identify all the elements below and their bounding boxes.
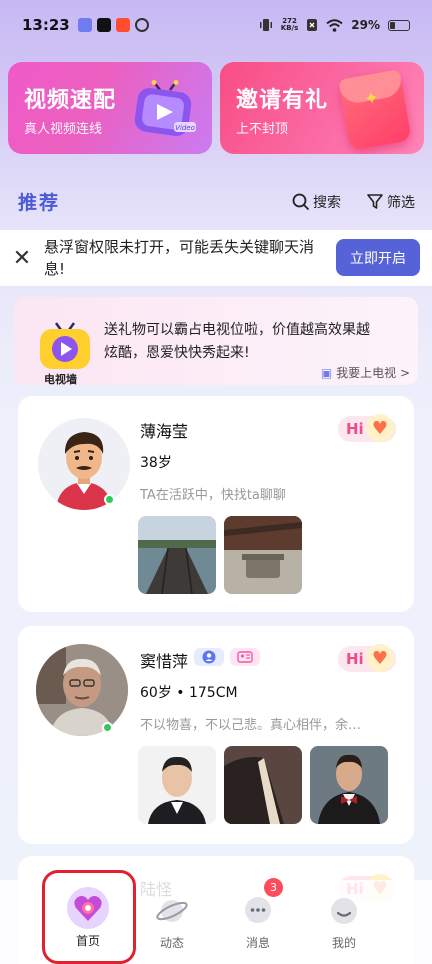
tv-wall-label: 电视墙: [44, 373, 77, 385]
message-icon: [241, 894, 275, 928]
profile-photo[interactable]: [310, 746, 388, 824]
chevron-right-icon: >: [399, 366, 410, 380]
profile-photo[interactable]: [224, 746, 302, 824]
search-icon: [292, 193, 310, 211]
filter-label: 筛选: [387, 195, 415, 211]
nav-messages[interactable]: 消息 3: [228, 878, 288, 951]
wifi-icon: [326, 18, 343, 32]
tv-wall-logo-icon: [40, 322, 90, 369]
cartoon-man-avatar: [56, 432, 112, 510]
tv-wall-text: 送礼物可以霸占电视位啦，价值越高效果越炫酷，恩爱快快秀起来!: [104, 322, 370, 361]
tv-wall-banner[interactable]: 电视墙 送礼物可以霸占电视位啦，价值越高效果越炫酷，恩爱快快秀起来! ▣ 我要上…: [14, 297, 418, 385]
shop-app-icon: [115, 18, 130, 32]
tv-wall-link[interactable]: ▣ 我要上电视 >: [321, 364, 410, 381]
profile-photo[interactable]: [138, 746, 216, 824]
id-card-icon: [237, 651, 253, 663]
invite-title: 邀请有礼: [236, 88, 329, 113]
bowtie-photo: [310, 746, 388, 824]
tv-wall-link-label: 我要上电视: [336, 366, 397, 380]
nav-messages-label: 消息: [245, 936, 270, 950]
status-bar: 13:23 272 KB/s 29%: [0, 0, 432, 50]
swirl-app-icon: [134, 18, 149, 32]
app-notification-icon: [77, 18, 92, 32]
unread-badge: 3: [264, 878, 283, 897]
notification-icons: [77, 18, 149, 32]
home-highlight-annotation: [42, 870, 136, 964]
permission-notice: ✕ 悬浮窗权限未打开，可能丢失关键聊天消息! 立即开启: [0, 230, 432, 286]
nav-moments-label: 动态: [159, 936, 184, 950]
profile-age-height: 60岁 • 175CM: [140, 685, 238, 701]
no-sim-icon: [307, 19, 318, 31]
video-match-subtitle: 真人视频连线: [24, 122, 103, 137]
profile-description: TA在活跃中，快找ta聊聊: [140, 488, 286, 503]
say-hi-button[interactable]: Hi ♥: [338, 644, 396, 672]
nav-profile[interactable]: 我的: [314, 886, 374, 951]
man-photo-avatar: [36, 644, 128, 736]
portrait-photo: [138, 746, 216, 824]
filter-icon: [367, 194, 383, 209]
tiktok-icon: [96, 18, 111, 32]
online-indicator: [102, 722, 113, 733]
profile-name: 窦惜萍: [140, 652, 189, 671]
enable-now-button[interactable]: 立即开启: [336, 239, 420, 276]
search-label: 搜索: [313, 195, 341, 211]
video-badge-text: Video: [175, 124, 195, 132]
verified-user-icon: [202, 650, 216, 664]
pier-photo: [138, 516, 216, 594]
close-icon[interactable]: ✕: [0, 246, 44, 271]
video-match-title: 视频速配: [24, 88, 117, 113]
say-hi-button[interactable]: Hi ♥: [338, 414, 396, 442]
suit-photo: [224, 746, 302, 824]
status-time: 13:23: [22, 16, 70, 34]
battery-icon: [388, 19, 410, 31]
nav-profile-label: 我的: [331, 936, 356, 950]
profile-card[interactable]: 窦惜萍 60岁 • 175CM 不以物喜，不以己悲。真心相伴，余… Hi ♥: [18, 626, 414, 844]
id-card-badge: [230, 648, 260, 666]
profile-icon: [327, 894, 361, 928]
video-match-card[interactable]: 视频速配 真人视频连线 Video: [8, 62, 212, 154]
red-envelope-icon: ✦: [338, 69, 412, 151]
profile-photo[interactable]: [224, 516, 302, 594]
nav-moments[interactable]: 动态: [142, 886, 202, 951]
planet-icon: [155, 894, 189, 928]
battery-percent: 29%: [351, 18, 380, 32]
profile-description: 不以物喜，不以己悲。真心相伴，余…: [140, 718, 362, 733]
profile-card[interactable]: 薄海莹 38岁 TA在活跃中，快找ta聊聊 Hi ♥: [18, 396, 414, 612]
invite-reward-card[interactable]: 邀请有礼 上不封顶 ✦: [220, 62, 424, 154]
online-indicator: [104, 494, 115, 505]
section-title: 推荐: [18, 192, 61, 214]
invite-subtitle: 上不封顶: [236, 122, 289, 137]
vibrate-icon: [259, 19, 272, 31]
heart-icon: ♥: [366, 414, 394, 442]
hi-label: Hi: [346, 420, 364, 438]
net-speed: 272 KB/s: [281, 18, 298, 32]
heart-icon: ♥: [366, 644, 394, 672]
filter-button[interactable]: 筛选: [366, 192, 415, 212]
tv-small-icon: ▣: [320, 366, 333, 380]
avatar[interactable]: [38, 418, 130, 510]
hi-label: Hi: [346, 650, 364, 668]
video-tv-icon: Video: [134, 80, 196, 136]
profile-photo[interactable]: [138, 516, 216, 594]
profile-name: 薄海莹: [140, 422, 189, 441]
notice-message: 悬浮窗权限未打开，可能丢失关键聊天消息!: [44, 238, 315, 278]
net-speed-unit: KB/s: [280, 24, 299, 32]
profile-age: 38岁: [140, 455, 172, 471]
verified-badge: [194, 648, 224, 666]
temple-photo: [224, 516, 302, 594]
avatar[interactable]: [36, 644, 128, 736]
search-button[interactable]: 搜索: [292, 192, 341, 212]
